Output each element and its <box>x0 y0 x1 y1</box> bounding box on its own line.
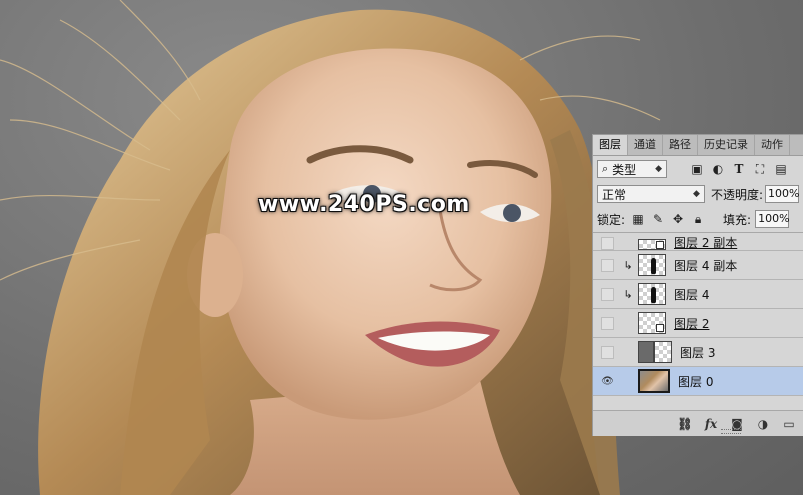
blend-mode-select[interactable]: 正常 ◆ <box>597 185 705 203</box>
layer-name[interactable]: 图层 4 <box>674 286 709 303</box>
filter-row: ⌕ 类型 ◆ ▣ ◐ T ⛶ ▤ <box>593 156 803 182</box>
smart-object-badge-icon <box>656 324 664 332</box>
black-shape <box>651 287 656 303</box>
fill-label: 填充: <box>723 212 752 227</box>
lock-all-icon[interactable]: 🔒︎ <box>691 212 705 226</box>
clipping-arrow-icon: ↳ <box>623 287 633 301</box>
fx-icon[interactable]: fx <box>703 416 719 432</box>
smart-object-badge-icon <box>656 241 664 249</box>
black-shape <box>651 258 656 274</box>
adjustment-layer-icon[interactable]: ◑ <box>755 416 771 432</box>
blend-row: 正常 ◆ 不透明度: 100% <box>593 182 803 206</box>
lock-label: 锁定: <box>597 212 626 227</box>
layer-thumbnail <box>638 369 670 393</box>
type-icon[interactable]: T <box>732 162 746 176</box>
layers-panel[interactable]: 图层 通道 路径 历史记录 动作 ⌕ 类型 ◆ ▣ ◐ T ⛶ ▤ 正常 ◆ 不… <box>592 134 803 436</box>
panel-tabs: 图层 通道 路径 历史记录 动作 <box>593 135 803 156</box>
visibility-toggle[interactable] <box>601 345 614 359</box>
lock-paint-icon[interactable]: ✎ <box>651 212 665 226</box>
opacity-input[interactable]: 100% <box>765 185 799 203</box>
panel-bottom-bar: ⛓ fx ◙ ◑ ▭ <box>593 410 803 436</box>
folder-icon[interactable]: ▭ <box>781 416 797 432</box>
layer-name[interactable]: 图层 2 副本 <box>674 236 737 250</box>
visibility-toggle[interactable] <box>601 237 614 250</box>
clipping-arrow-icon: ↳ <box>623 258 633 272</box>
filter-kind-select[interactable]: ⌕ 类型 ◆ <box>597 160 667 178</box>
layer-row[interactable]: 图层 2 副本 <box>593 233 803 251</box>
lock-pixels-icon[interactable]: ▦ <box>631 212 645 226</box>
layer-name[interactable]: 图层 3 <box>680 344 715 361</box>
lock-move-icon[interactable]: ✥ <box>671 212 685 226</box>
layer-row-selected[interactable]: 👁︎ 图层 0 <box>593 367 803 396</box>
visibility-toggle[interactable] <box>601 316 614 330</box>
search-icon: ⌕ <box>602 162 609 175</box>
blend-mode-label: 正常 <box>602 187 627 202</box>
watermark-text: www.240PS.com <box>258 192 470 217</box>
updown-arrow-icon: ◆ <box>693 189 700 199</box>
tab-layers[interactable]: 图层 <box>593 135 628 155</box>
layer-row[interactable]: ↳ 图层 4 <box>593 280 803 309</box>
tab-history[interactable]: 历史记录 <box>698 135 755 155</box>
layer-thumbnail <box>638 254 666 276</box>
link-icon[interactable]: ⛓ <box>677 416 693 432</box>
layer-name[interactable]: 图层 0 <box>678 373 713 390</box>
layer-name[interactable]: 图层 2 <box>674 315 709 332</box>
eye-icon[interactable]: 👁︎ <box>601 375 614 388</box>
lock-row: 锁定: ▦ ✎ ✥ 🔒︎ 填充: 100% <box>593 206 803 233</box>
updown-arrow-icon: ◆ <box>655 164 662 174</box>
layer-thumbnail <box>638 283 666 305</box>
layer-thumbnail <box>638 312 666 334</box>
fill-input[interactable]: 100% <box>755 210 790 228</box>
layer-row[interactable]: ↳ 图层 4 副本 <box>593 251 803 280</box>
layer-thumbnail <box>638 341 654 363</box>
filter-kind-label: 类型 <box>612 162 637 177</box>
layer-row[interactable]: 图层 3 <box>593 338 803 367</box>
visibility-toggle[interactable] <box>601 258 614 272</box>
layer-row[interactable]: 图层 2 <box>593 309 803 338</box>
tab-channels[interactable]: 通道 <box>628 135 663 155</box>
layer-list[interactable]: 图层 2 副本 ↳ 图层 4 副本 ↳ 图层 4 图层 2 图层 3 👁︎ 图层… <box>593 233 803 406</box>
image-icon[interactable]: ▣ <box>690 162 704 176</box>
resize-grip[interactable] <box>721 429 741 434</box>
shape-icon[interactable]: ⛶ <box>753 162 767 176</box>
layer-name[interactable]: 图层 4 副本 <box>674 257 737 274</box>
opacity-label: 不透明度: <box>710 187 763 202</box>
layer-thumbnail <box>638 239 666 250</box>
tab-actions[interactable]: 动作 <box>755 135 790 155</box>
layer-mask-thumbnail[interactable] <box>654 341 672 363</box>
visibility-toggle[interactable] <box>601 287 614 301</box>
adjustment-icon[interactable]: ◐ <box>711 162 725 176</box>
tab-paths[interactable]: 路径 <box>663 135 698 155</box>
smart-object-icon[interactable]: ▤ <box>774 162 788 176</box>
